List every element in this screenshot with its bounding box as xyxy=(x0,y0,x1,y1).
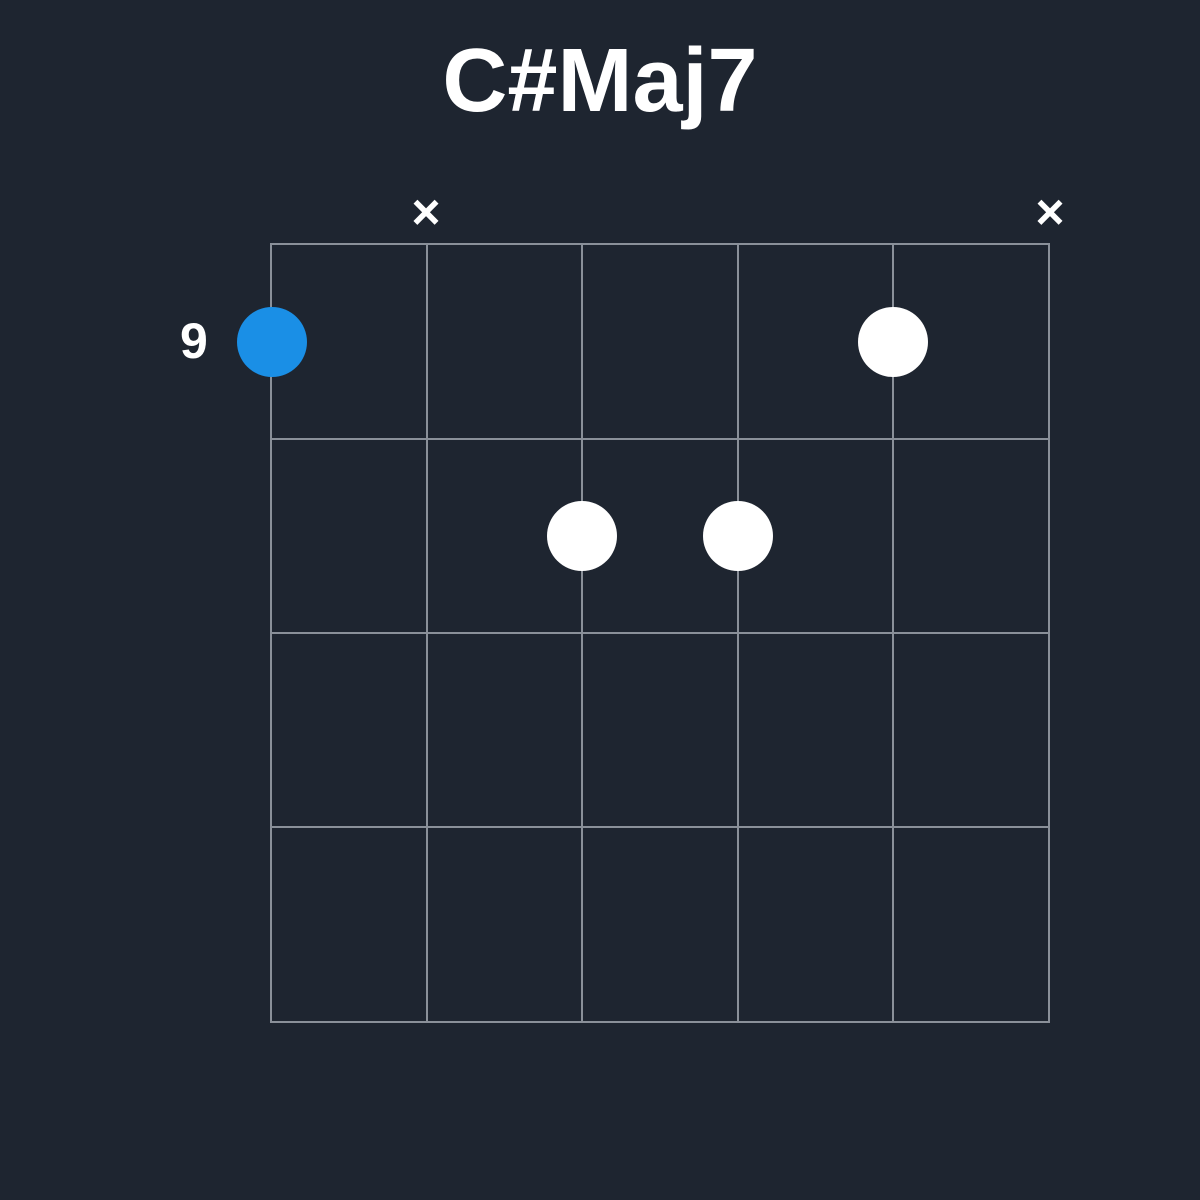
string-header-row: ×× xyxy=(270,183,1050,243)
mute-mark-string-1: × xyxy=(411,183,440,241)
fret-line-2 xyxy=(272,632,1048,634)
chord-title: C#Maj7 xyxy=(442,30,757,133)
fret-line-3 xyxy=(272,826,1048,828)
note-dot-3 xyxy=(858,307,928,377)
note-dot-1 xyxy=(547,501,617,571)
fret-line-1 xyxy=(272,438,1048,440)
chord-diagram: ×× 9 xyxy=(150,183,1050,1023)
mute-mark-string-5: × xyxy=(1035,183,1064,241)
starting-fret-label: 9 xyxy=(180,312,208,370)
note-dot-2 xyxy=(703,501,773,571)
fretboard-grid xyxy=(270,243,1050,1023)
root-note-dot xyxy=(237,307,307,377)
